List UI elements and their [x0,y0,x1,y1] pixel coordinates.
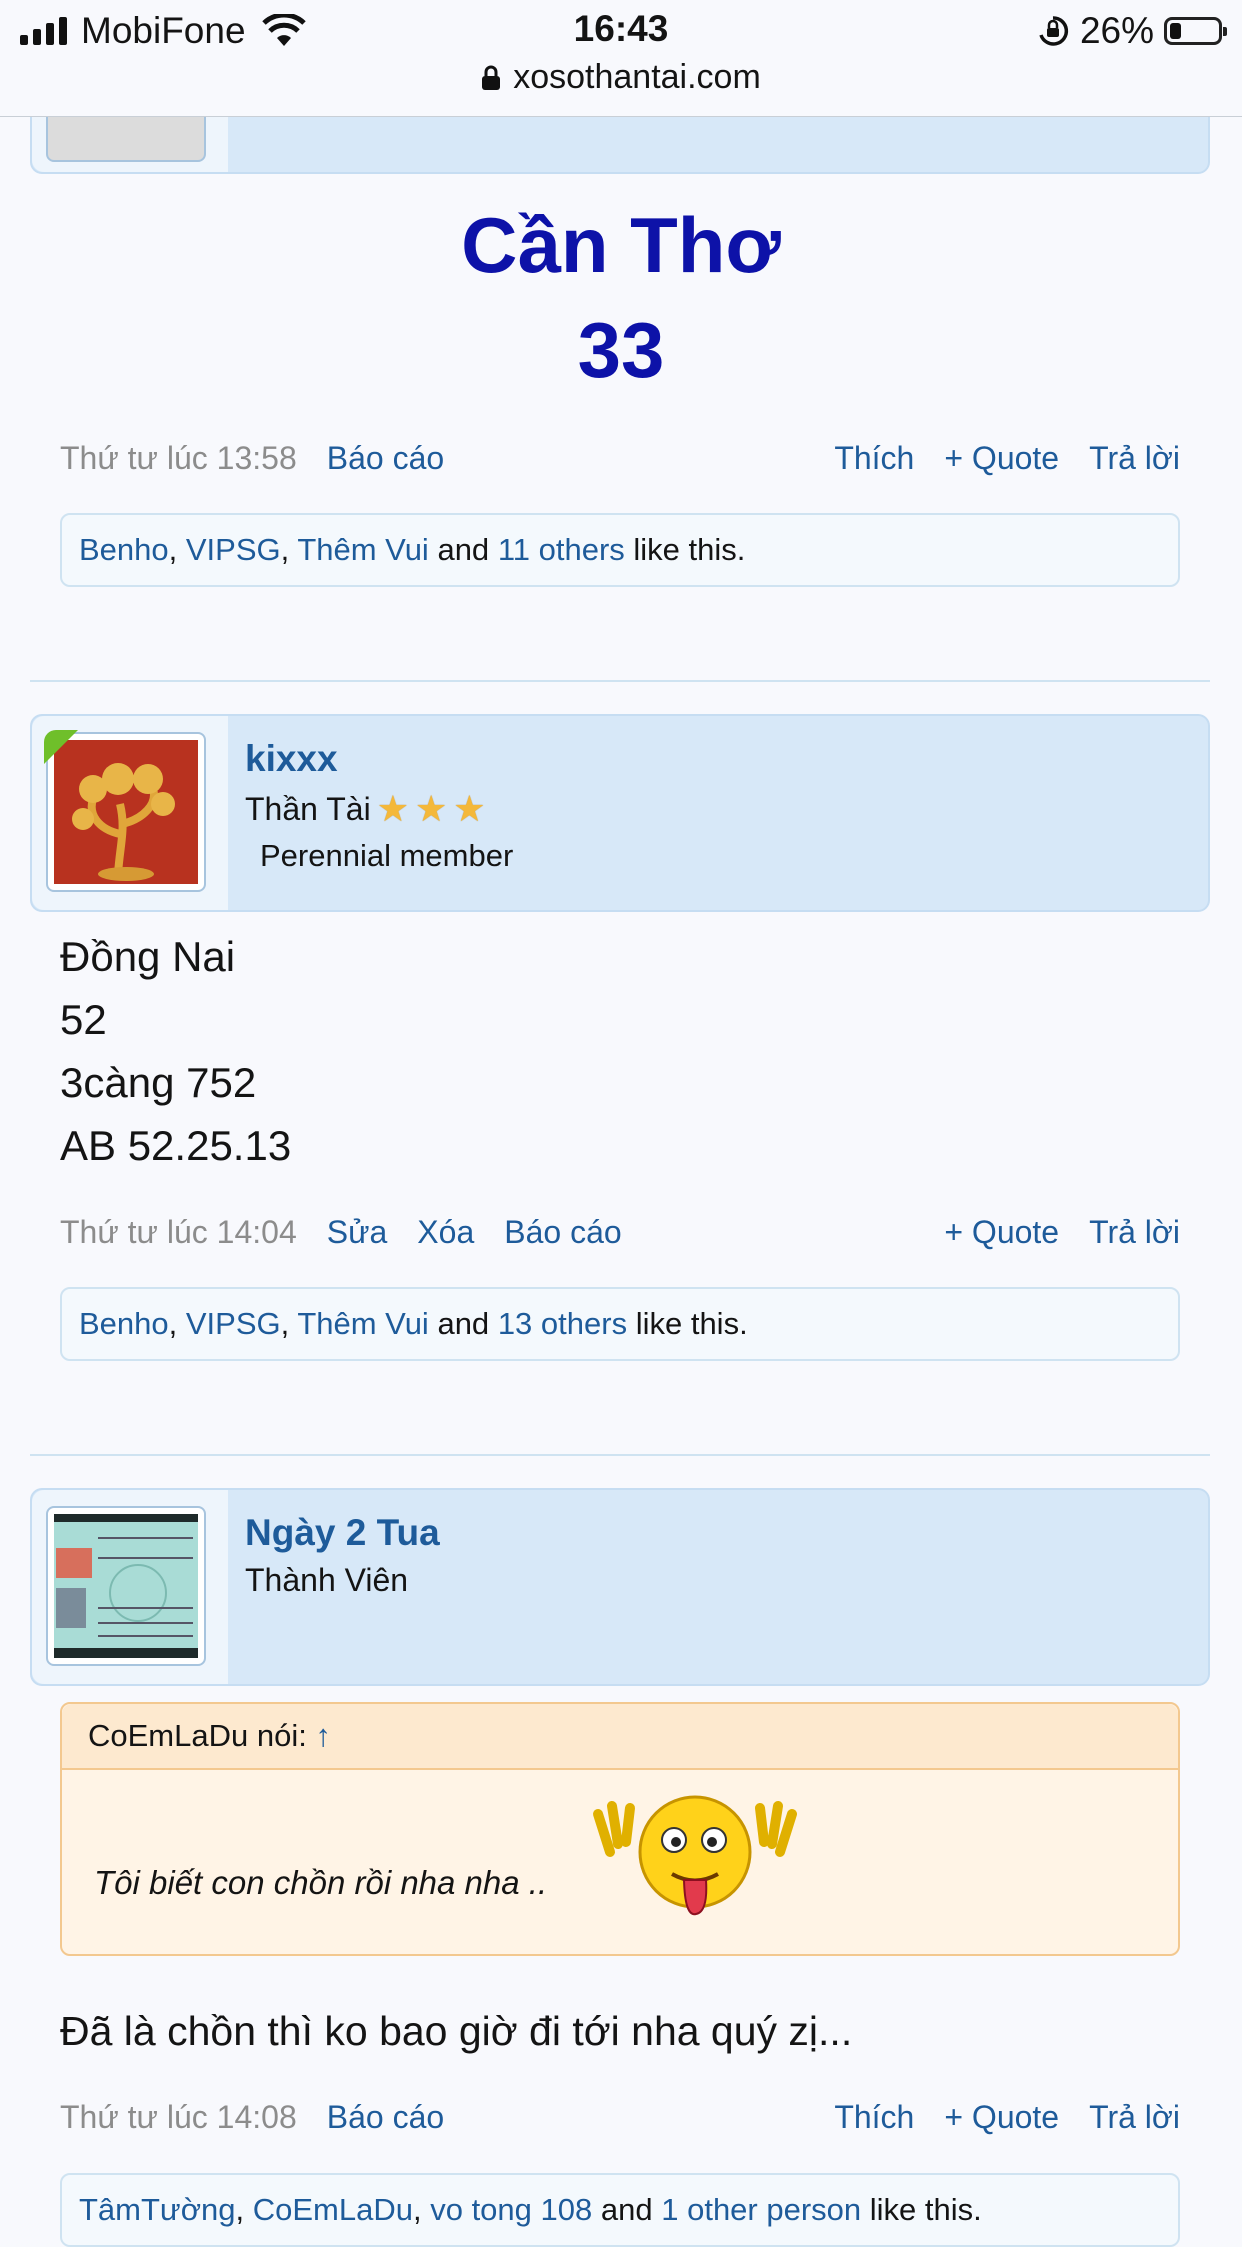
online-indicator-icon [44,730,78,764]
liker-link[interactable]: Thêm Vui [297,1306,429,1341]
like-link[interactable]: Thích [834,2099,914,2136]
liker-link[interactable]: VIPSG [186,1306,281,1341]
report-link[interactable]: Báo cáo [327,2099,444,2136]
user-rank: Thành Viên [245,1562,409,1598]
post-meta: Thứ tư lúc 13:58 Báo cáo Thích + Quote T… [60,440,1180,477]
report-link[interactable]: Báo cáo [504,1214,621,1251]
reply-link[interactable]: Trả lời [1089,440,1180,477]
smiley-emoticon-icon [593,1795,797,1916]
liker-link[interactable]: CoEmLaDu [253,2192,413,2227]
edit-link[interactable]: Sửa [327,1214,388,1251]
likes-and: and [600,2192,653,2227]
post-line: 52 [60,996,107,1043]
post-meta: Thứ tư lúc 14:04 Sửa Xóa Báo cáo + Quote… [60,1214,1180,1251]
url-text: xosothantai.com [513,58,761,96]
likes-others-link[interactable]: 11 others [498,532,625,567]
liker-link[interactable]: TâmTường [79,2192,236,2227]
avatar-image [54,1514,198,1658]
status-bar: MobiFone 16:43 26% xosothantai.com [0,0,1242,117]
likes-and: and [437,532,490,567]
user-rank: Thần Tài ★ ★ ★ [245,788,486,830]
likes-tail: like this. [635,1306,748,1341]
post-date[interactable]: Thứ tư lúc 14:04 [60,1214,297,1251]
post-body: Đã là chồn thì ko bao giờ đi tới nha quý… [60,2008,853,2054]
address-bar[interactable]: xosothantai.com [0,58,1242,97]
quote-author: CoEmLaDu nói: [88,1718,307,1753]
orientation-lock-icon [1039,16,1069,46]
post-line: Đồng Nai [60,933,236,980]
reply-link[interactable]: Trả lời [1089,1214,1180,1251]
post-userbar: kixxx Thần Tài ★ ★ ★ Perennial member [30,714,1210,912]
likes-others-link[interactable]: 13 others [498,1306,627,1341]
report-link[interactable]: Báo cáo [327,440,444,477]
delete-link[interactable]: Xóa [417,1214,474,1251]
post-number: 33 [577,306,665,394]
liker-link[interactable]: Thêm Vui [297,532,429,567]
liker-link[interactable]: vo tong 108 [430,2192,592,2227]
liker-link[interactable]: VIPSG [186,532,281,567]
post-date[interactable]: Thứ tư lúc 13:58 [60,440,297,477]
quote-link[interactable]: + Quote [944,440,1059,477]
member-status: Perennial member [260,838,514,873]
likes-tail: like this. [633,532,746,567]
star-icon: ★ [414,788,448,829]
username-link[interactable]: kixxx [245,738,338,780]
liker-link[interactable]: Benho [79,1306,169,1341]
avatar[interactable] [46,1506,206,1666]
quote-link[interactable]: + Quote [944,1214,1059,1251]
post-meta: Thứ tư lúc 14:08 Báo cáo Thích + Quote T… [60,2099,1180,2136]
liker-link[interactable]: Benho [79,532,169,567]
post-userbar: Ngày 2 Tua Thành Viên [30,1488,1210,1686]
post-divider [30,1454,1210,1456]
post-line: AB 52.25.13 [60,1122,292,1169]
likes-and: and [437,1306,490,1341]
post-date[interactable]: Thứ tư lúc 14:08 [60,2099,297,2136]
reply-link[interactable]: Trả lời [1089,2099,1180,2136]
username-link[interactable]: Ngày 2 Tua [245,1512,440,1554]
post-divider [30,680,1210,682]
quote-link[interactable]: + Quote [944,2099,1059,2136]
likes-summary: Benho, VIPSG, Thêm Vui and 13 others lik… [60,1287,1180,1361]
likes-summary: Benho, VIPSG, Thêm Vui and 11 others lik… [60,513,1180,587]
likes-summary: TâmTường, CoEmLaDu, vo tong 108 and 1 ot… [60,2173,1180,2247]
like-link[interactable]: Thích [834,440,914,477]
quote-header: CoEmLaDu nói: ↑ [62,1704,1178,1770]
battery-percent: 26% [1079,10,1154,51]
quote-jump-arrow-icon[interactable]: ↑ [315,1718,331,1753]
lock-icon [482,65,501,90]
likes-tail: like this. [869,2192,982,2227]
quote-text: Tôi biết con chồn rồi nha nha .. [94,1864,548,1901]
quote-block: CoEmLaDu nói: ↑ Tôi biết con chồn rồi nh… [60,1702,1180,1956]
user-rank-label: Thần Tài [245,790,371,827]
likes-others-link[interactable]: 1 other person [661,2192,861,2227]
status-right: 26% [1036,8,1227,54]
post-line: 3càng 752 [60,1059,257,1106]
post-city: Cần Thơ [461,201,781,289]
battery-icon [1164,17,1227,45]
star-icon: ★ [453,788,486,829]
post-body: Đồng Nai 52 3càng 752 AB 52.25.13 [60,925,291,1177]
star-icon: ★ [376,788,409,829]
